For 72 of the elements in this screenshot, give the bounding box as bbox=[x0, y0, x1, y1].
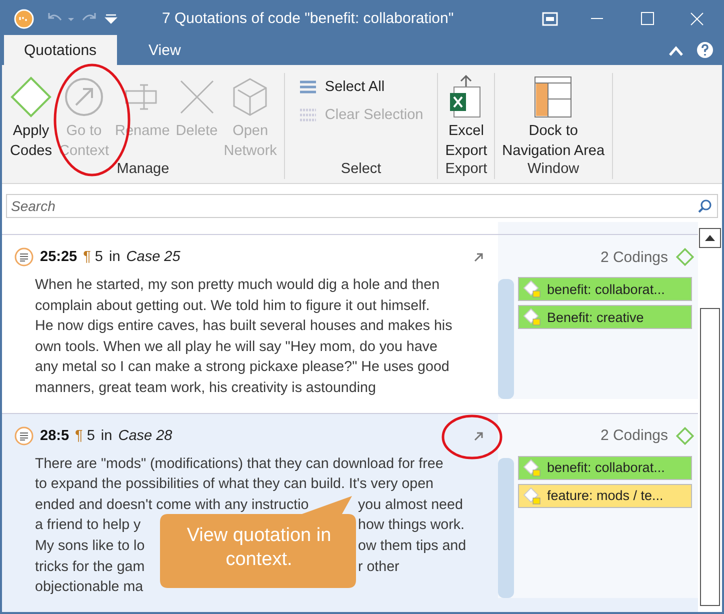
in-label: in bbox=[108, 249, 120, 265]
ribbon-button[interactable]: Dock to Navigation Area bbox=[499, 73, 608, 161]
document-icon bbox=[14, 247, 34, 267]
diamond-icon bbox=[9, 75, 53, 119]
group-label: Window bbox=[526, 161, 580, 179]
ribbon-tab[interactable]: View bbox=[128, 35, 201, 65]
case-name: Case 25 bbox=[126, 249, 180, 265]
case-name: Case 28 bbox=[118, 428, 172, 444]
quotation-text: complain about getting out. We told him to figure it out himself. bbox=[35, 298, 430, 314]
code-tag[interactable]: benefit: collaborat... bbox=[518, 456, 692, 480]
code-tag[interactable]: Benefit: creative bbox=[518, 305, 692, 329]
group-label: Manage bbox=[116, 161, 170, 179]
maximize-icon bbox=[640, 12, 654, 25]
quotation-text: He now digs entire caves, has built several houses and makes his bbox=[35, 318, 452, 334]
arrow-circle-icon bbox=[64, 77, 104, 117]
code-memo-icon bbox=[523, 458, 541, 477]
quotation-text: how things work. bbox=[358, 516, 464, 536]
quotation-text: r other bbox=[358, 558, 400, 577]
codings-count: 2 Codings bbox=[600, 427, 668, 444]
quotation-text: you almost need bbox=[358, 496, 463, 515]
search-icon[interactable] bbox=[698, 199, 712, 213]
add-code-icon bbox=[676, 426, 694, 445]
add-code-icon bbox=[676, 248, 694, 266]
go-to-context-icon[interactable] bbox=[474, 430, 484, 441]
panel-icon bbox=[542, 12, 558, 26]
ribbon-button[interactable]: Excel Export bbox=[442, 73, 490, 161]
list-lines-icon bbox=[298, 108, 317, 122]
code-memo-icon bbox=[523, 280, 541, 298]
collapse-caret-icon[interactable] bbox=[668, 45, 684, 57]
ribbon-button[interactable]: Apply Codes bbox=[6, 73, 56, 161]
help-icon[interactable] bbox=[696, 41, 714, 59]
group-label: Export bbox=[444, 161, 488, 179]
quotation-text: ended and doesn't come with any instructio bbox=[35, 496, 309, 515]
minimize-icon bbox=[591, 18, 603, 20]
quotation-ref: 28:5 bbox=[40, 428, 70, 444]
ribbon-button[interactable]: Select All bbox=[294, 73, 428, 101]
code-memo-icon bbox=[523, 486, 541, 505]
quotation-text: ow them tips and bbox=[358, 536, 466, 556]
quotation-text: tricks for the gam bbox=[35, 558, 145, 577]
scroll-up-button[interactable] bbox=[699, 228, 721, 248]
ribbon-tab[interactable]: Quotations bbox=[4, 35, 117, 65]
app-logo-icon bbox=[14, 8, 34, 28]
quotation-text: When he started, my son pretty much would dig a hole and then bbox=[35, 277, 440, 293]
panel-layout-icon bbox=[533, 75, 574, 119]
callout-text: View quotation in context. bbox=[186, 524, 332, 572]
quotation-text: My sons like to lo bbox=[35, 536, 145, 556]
highlight-circle bbox=[441, 414, 503, 460]
list-lines-icon bbox=[298, 80, 317, 94]
search-field[interactable]: Search bbox=[6, 194, 718, 218]
paragraph-number: ¶ 5 bbox=[75, 428, 95, 444]
quotation-text: a friend to help y bbox=[35, 516, 141, 536]
group-label: Select bbox=[340, 161, 382, 179]
go-to-context-icon[interactable] bbox=[474, 252, 484, 262]
codings-count: 2 Codings bbox=[600, 248, 668, 266]
quotation-text: manners, great team work, his creativity is astounding bbox=[35, 380, 376, 396]
close-icon bbox=[690, 12, 704, 26]
code-tag[interactable]: benefit: collaborat... bbox=[518, 277, 692, 301]
quotation-text: objectionable ma bbox=[35, 579, 144, 596]
window-title: 7 Quotations of code "benefit: collaboration" bbox=[162, 10, 455, 27]
quotation-text: any metal so I can make a strong pickaxe please?" He uses good bbox=[35, 359, 450, 376]
quotation-ref: 25:25 bbox=[40, 249, 78, 265]
document-icon bbox=[14, 426, 34, 446]
quotation-text: There are "mods" (modifications) that they can download for free bbox=[35, 456, 444, 472]
quotation-item[interactable] bbox=[2, 235, 698, 414]
paragraph-number: ¶ 5 bbox=[83, 249, 103, 265]
quotation-text: own tools. When we all play he will say "Hey mom, do you have bbox=[35, 338, 438, 355]
up-arrow-icon bbox=[705, 235, 715, 241]
in-label: in bbox=[100, 428, 112, 444]
code-memo-icon bbox=[523, 308, 541, 326]
code-tag[interactable]: feature: mods / te... bbox=[518, 484, 692, 508]
scroll-thumb[interactable] bbox=[700, 308, 720, 606]
quotation-text: to expand the possibilities of what they can build. It's very open bbox=[35, 476, 434, 492]
